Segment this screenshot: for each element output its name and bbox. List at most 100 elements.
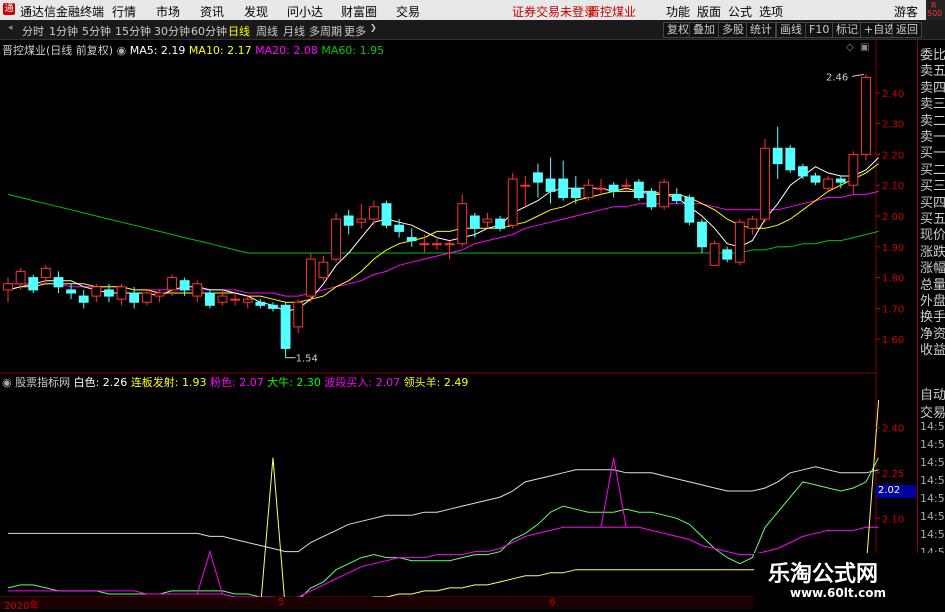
current-stock-name: 晋控煤业	[588, 5, 637, 19]
candle-body	[116, 286, 127, 300]
candle-body	[217, 295, 228, 303]
ma20-line	[8, 190, 879, 297]
menu-faxian[interactable]: 发现	[244, 3, 268, 20]
trade-header[interactable]: 自动	[920, 384, 945, 403]
candle-body	[192, 283, 203, 297]
main-axis-label: 2.30	[882, 120, 904, 131]
kline-chart[interactable]: 2.46 1.54 2.40 2.30 2.20 2.10 2.00 1.90 1.80 1.7…	[0, 40, 917, 609]
candle-body	[91, 286, 102, 297]
date-axis: 2020年 5 6	[0, 597, 876, 612]
app-title: 通达信金融终端	[20, 5, 105, 19]
candle-body	[495, 218, 506, 229]
menu-banmian[interactable]: 版面	[697, 3, 721, 20]
tab-15min[interactable]: 15分钟	[115, 23, 151, 39]
menu-caifuquan[interactable]: 财富圈	[341, 3, 377, 20]
candle-body	[104, 289, 114, 297]
tab-more[interactable]: 更多	[344, 23, 366, 39]
low-label: 1.54	[296, 354, 318, 365]
sub-green-line	[7, 457, 880, 604]
tongji-button[interactable]: 统计	[746, 22, 776, 38]
candle-body	[129, 292, 140, 303]
tab-multi-period[interactable]: 多周期	[309, 23, 342, 39]
candle-body	[280, 304, 291, 349]
trade-time: 14:56	[920, 474, 945, 487]
tab-daily[interactable]: 日线	[228, 23, 250, 39]
high-label: 2.46	[826, 72, 848, 83]
huaxian-button[interactable]: 画线	[776, 22, 806, 38]
candle-body	[394, 224, 405, 232]
tab-monthly[interactable]: 月线	[283, 23, 305, 39]
corner-bottom-label: 500	[927, 9, 943, 18]
ma5-line	[7, 157, 879, 313]
trade-time: 14:56	[920, 492, 945, 505]
candle-body	[646, 190, 657, 208]
menu-wenxiaoda[interactable]: 问小达	[287, 3, 323, 20]
sub-axis-label: 2.25	[882, 469, 904, 480]
candle-body	[230, 298, 241, 301]
candle-body	[255, 301, 266, 306]
sub-current-value: 2.02	[878, 485, 901, 496]
collapse-arrow-icon[interactable]: ◂	[8, 23, 13, 33]
menu-xuanxiang[interactable]: 选项	[759, 3, 783, 20]
candle-body	[469, 215, 480, 229]
guest-label[interactable]: 游客	[894, 3, 918, 20]
candle-body	[671, 193, 682, 202]
f10-button[interactable]: F10	[805, 22, 834, 38]
candle-body	[772, 147, 783, 165]
menu-jiaoyi[interactable]: 交易	[396, 3, 420, 20]
candle-body	[154, 292, 165, 297]
menu-hangqing[interactable]: 行情	[112, 3, 136, 20]
candle-body	[78, 295, 89, 303]
candle-body	[432, 243, 442, 246]
candle-body	[835, 178, 846, 183]
menu-shichang[interactable]: 市场	[156, 3, 180, 20]
main-axis-label: 1.60	[882, 335, 904, 346]
candle-body	[558, 178, 569, 199]
candle-body	[167, 277, 177, 291]
tab-30min[interactable]: 30分钟	[154, 23, 190, 39]
right-panel: 委比 卖五 卖四 卖三 卖二 卖一 买一 买二 买三 买四 买五 现价 涨跌 涨幅 总量 外盘 换手 净资 收益 自…	[917, 40, 945, 609]
trade-header[interactable]: 交易	[920, 402, 945, 421]
trade-time: 14:56	[920, 420, 945, 433]
tab-5min[interactable]: 5分钟	[82, 23, 111, 39]
menu-gongshi[interactable]: 公式	[728, 3, 752, 20]
main-axis-label: 2.10	[882, 181, 904, 192]
biaoji-button[interactable]: 标记	[832, 22, 862, 38]
more-chevron-icon[interactable]: ❯	[370, 23, 377, 32]
candle-body	[482, 218, 493, 223]
candle-body	[444, 243, 455, 246]
candle-body	[331, 218, 341, 260]
candle-body	[823, 178, 834, 189]
tab-weekly[interactable]: 周线	[256, 23, 278, 39]
tab-fenshi[interactable]: 分时	[22, 23, 44, 39]
tab-1min[interactable]: 1分钟	[49, 23, 78, 39]
candle-body	[356, 218, 367, 223]
menu-zixun[interactable]: 资讯	[200, 3, 224, 20]
candle-body	[722, 249, 733, 260]
back-button[interactable]: 返回	[892, 22, 922, 38]
duogu-button[interactable]: 多股	[718, 22, 748, 38]
main-axis-label: 1.70	[882, 304, 904, 315]
login-status[interactable]: 证券交易未登录	[512, 3, 596, 20]
trade-time: 14:56	[920, 510, 945, 523]
title-bar: 通 通达信金融终端 行情 市场 资讯 发现 问小达 财富圈 交易 证券交易未登录…	[0, 0, 945, 39]
candle-body	[204, 292, 215, 306]
candle-body	[15, 270, 26, 285]
candle-body	[305, 258, 316, 297]
candle-body	[318, 261, 329, 279]
date-label-june: 6	[549, 597, 556, 608]
order-item: 收益	[920, 343, 945, 359]
main-axis-label: 1.80	[882, 274, 904, 285]
sub-yellow-line	[8, 400, 880, 609]
main-axis-label: 2.40	[882, 89, 904, 100]
sub-yellow-spike	[259, 457, 286, 609]
tab-60min[interactable]: 60分钟	[191, 23, 227, 39]
candle-body	[242, 298, 253, 303]
candle-body	[621, 184, 632, 187]
candle-body	[596, 187, 606, 190]
menu-gongneng[interactable]: 功能	[666, 3, 690, 20]
candle-body	[570, 187, 581, 199]
diejia-button[interactable]: 叠加	[689, 22, 719, 38]
candle-body	[520, 184, 531, 187]
sub-axis-label: 2.10	[882, 514, 904, 525]
